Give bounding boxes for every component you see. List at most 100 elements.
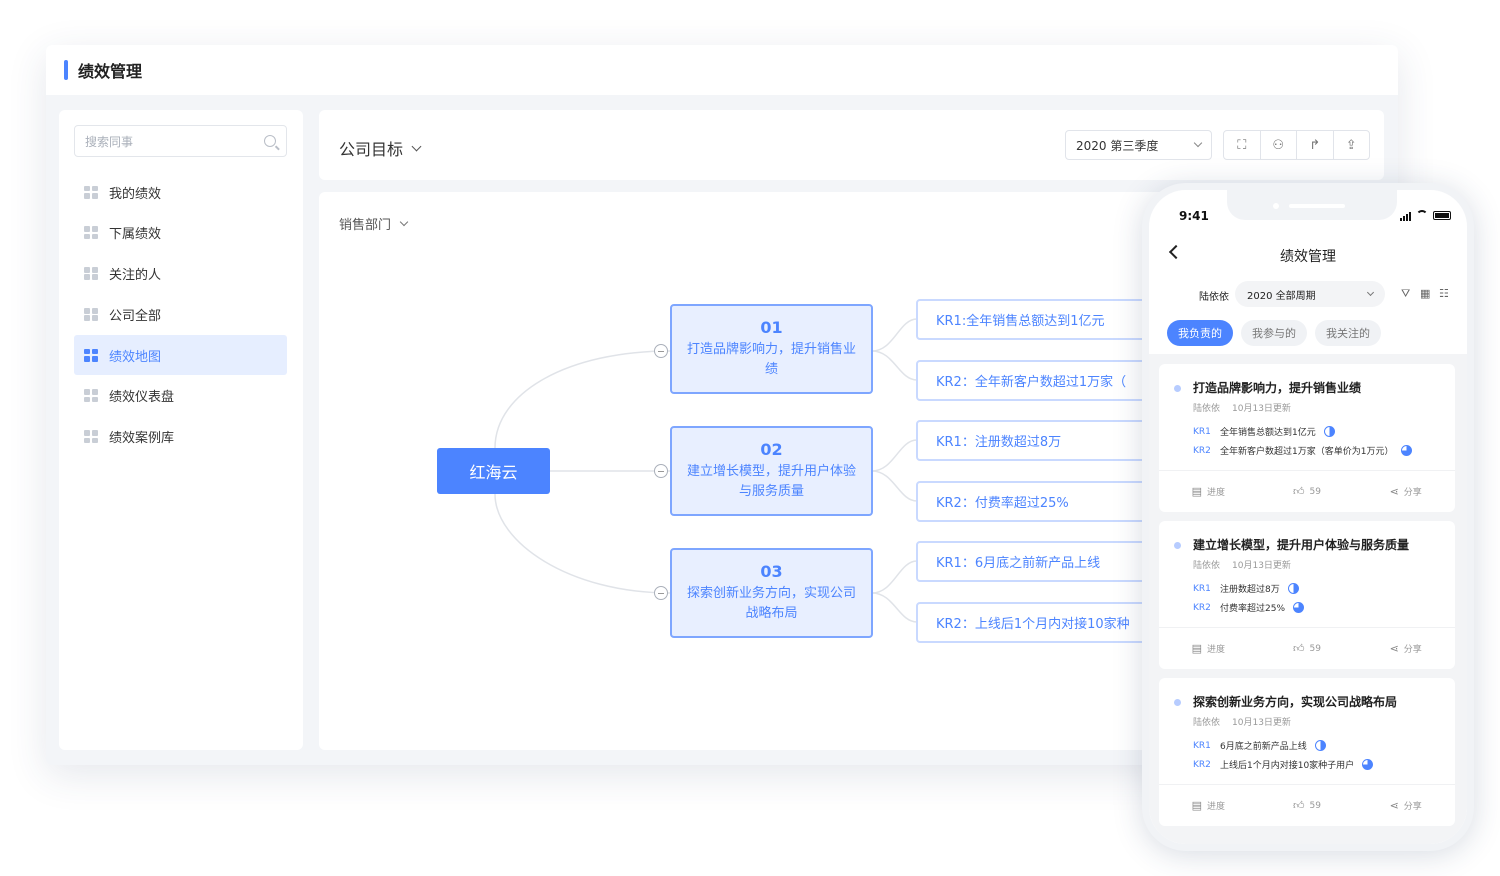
objective-text: 建立增长模型，提升用户体验与服务质量 <box>686 464 856 499</box>
progress-label: 进度 <box>1207 802 1226 812</box>
kr-node-03-1[interactable]: KR1：6月底之前新产品上线 <box>916 541 1156 582</box>
objective-node-02[interactable]: 02 建立增长模型，提升用户体验与服务质量 <box>670 426 873 516</box>
grid-icon <box>84 267 98 281</box>
org-structure-icon[interactable]: ⚇ <box>1261 131 1297 159</box>
chevron-down-icon <box>411 141 422 151</box>
fullscreen-icon[interactable]: ⛶ <box>1224 131 1261 159</box>
card-kr-row: KR2 付费率超过25% <box>1193 601 1305 614</box>
sidebar-item-my-performance[interactable]: 我的绩效 <box>74 172 287 212</box>
owner-name[interactable]: 陆依依 <box>1199 288 1229 303</box>
like-button[interactable]: 👍︎ 59 <box>1258 471 1357 512</box>
period-select[interactable]: 2020 第三季度 <box>1065 130 1212 160</box>
progress-button[interactable]: ▤ 进度 <box>1159 471 1258 512</box>
progress-pie-icon <box>1323 426 1335 437</box>
share-button[interactable]: ⋖ 分享 <box>1356 628 1455 669</box>
progress-pie-icon <box>1287 583 1299 594</box>
kr-text: 全年新客户数超过1万家（客单价为1万元） <box>1220 447 1394 457</box>
kr-tag: KR1 <box>1193 583 1211 594</box>
sidebar-item-followed[interactable]: 关注的人 <box>74 254 287 294</box>
phone-screen: 9:41 绩效管理 陆依依 2020 全部周期 ⛛ ▦ ☷ 我负责的 我参与的 … <box>1149 190 1467 844</box>
grid-icon <box>84 389 98 403</box>
progress-button[interactable]: ▤ 进度 <box>1159 785 1258 826</box>
like-button[interactable]: 👍︎ 59 <box>1258 785 1357 826</box>
root-node[interactable]: 红海云 <box>437 448 550 494</box>
wifi-icon <box>1416 210 1428 218</box>
sidebar-item-subordinates[interactable]: 下属绩效 <box>74 213 287 253</box>
objective-node-01[interactable]: 01 打造品牌影响力，提升销售业绩 <box>670 304 873 394</box>
sidebar-menu: 我的绩效 下属绩效 关注的人 公司全部 绩效地图 绩效仪表盘 绩效案例库 <box>74 172 287 458</box>
status-dot <box>1174 385 1181 392</box>
sidebar-item-dashboard[interactable]: 绩效仪表盘 <box>74 376 287 416</box>
okr-card[interactable]: 打造品牌影响力，提升销售业绩 陆依依 10月13日更新 KR1 全年销售总额达到1亿… <box>1159 364 1455 512</box>
phone-app-header: 绩效管理 <box>1149 234 1467 274</box>
sidebar-item-label: 我的绩效 <box>109 186 162 202</box>
share-icon: ⋖ <box>1389 485 1399 498</box>
objective-node-03[interactable]: 03 探索创新业务方向，实现公司战略布局 <box>670 548 873 638</box>
tree-view-icon[interactable]: ☷ <box>1439 288 1451 300</box>
card-owner: 陆依依 <box>1193 561 1221 571</box>
card-owner: 陆依依 <box>1193 718 1221 728</box>
card-meta: 陆依依 10月13日更新 <box>1193 401 1303 414</box>
filter-icon[interactable]: ⛛ <box>1401 288 1413 300</box>
card-title: 探索创新业务方向，实现公司战略布局 <box>1193 695 1398 709</box>
sidebar-item-performance-map[interactable]: 绩效地图 <box>74 335 287 376</box>
progress-pie-icon <box>1362 759 1374 770</box>
title-accent-bar <box>64 60 68 80</box>
card-kr-row: KR2 全年新客户数超过1万家（客单价为1万元） <box>1193 444 1413 457</box>
tab-following[interactable]: 我关注的 <box>1315 320 1381 346</box>
goal-scope-dropdown[interactable]: 公司目标 <box>339 136 422 160</box>
like-count: 59 <box>1309 643 1321 654</box>
share-label: 分享 <box>1403 645 1422 655</box>
search-input[interactable]: 搜索同事 <box>74 125 287 157</box>
kr-node-02-2[interactable]: KR2：付费率超过25% <box>916 481 1156 522</box>
progress-button[interactable]: ▤ 进度 <box>1159 628 1258 669</box>
card-footer: ▤ 进度 👍︎ 59 ⋖ 分享 <box>1159 627 1455 669</box>
status-dot <box>1174 542 1181 549</box>
share-button[interactable]: ⋖ 分享 <box>1356 471 1455 512</box>
tab-responsible[interactable]: 我负责的 <box>1167 320 1233 346</box>
search-icon[interactable] <box>264 135 276 147</box>
kr-node-01-2[interactable]: KR2：全年新客户数超过1万家（ <box>916 360 1156 401</box>
chevron-down-icon <box>1366 288 1375 297</box>
progress-label: 进度 <box>1207 488 1226 498</box>
sidebar-item-company-all[interactable]: 公司全部 <box>74 294 287 334</box>
search-placeholder: 搜索同事 <box>85 134 134 149</box>
okr-card[interactable]: 建立增长模型，提升用户体验与服务质量 陆依依 10月13日更新 KR1 注册数超过8… <box>1159 521 1455 669</box>
card-meta: 陆依依 10月13日更新 <box>1193 715 1303 728</box>
collapse-toggle-02[interactable] <box>654 464 668 478</box>
sidebar-item-label: 下属绩效 <box>109 227 162 243</box>
kr-node-01-1[interactable]: KR1:全年销售总额达到1亿元 <box>916 299 1156 340</box>
objective-text: 探索创新业务方向，实现公司战略布局 <box>686 586 856 621</box>
share-button[interactable]: ⋖ 分享 <box>1356 785 1455 826</box>
phone-mockup: 9:41 绩效管理 陆依依 2020 全部周期 ⛛ ▦ ☷ 我负责的 我参与的 … <box>1142 183 1474 851</box>
share-icon[interactable]: ↱ <box>1297 131 1334 159</box>
card-owner: 陆依依 <box>1193 404 1221 414</box>
collapse-toggle-03[interactable] <box>654 586 668 600</box>
grid-view-icon[interactable]: ▦ <box>1420 288 1432 300</box>
connector-root-01 <box>494 350 671 449</box>
collapse-toggle-01[interactable] <box>654 344 668 358</box>
cycle-select[interactable]: 2020 全部周期 <box>1235 281 1385 307</box>
like-button[interactable]: 👍︎ 59 <box>1258 628 1357 669</box>
kr-node-02-1[interactable]: KR1：注册数超过8万 <box>916 420 1156 461</box>
card-updated: 10月13日更新 <box>1232 718 1291 728</box>
sidebar-item-case-library[interactable]: 绩效案例库 <box>74 417 287 457</box>
sidebar-item-label: 关注的人 <box>109 268 162 284</box>
thumbs-up-icon: 👍︎ <box>1293 642 1305 655</box>
share-label: 分享 <box>1403 802 1422 812</box>
export-icon[interactable]: ⇪ <box>1334 131 1370 159</box>
chevron-down-icon <box>1193 138 1203 148</box>
sidebar-item-label: 绩效案例库 <box>109 431 175 447</box>
card-footer: ▤ 进度 👍︎ 59 ⋖ 分享 <box>1159 784 1455 826</box>
progress-label: 进度 <box>1207 645 1226 655</box>
kr-node-03-2[interactable]: KR2：上线后1个月内对接10家种 <box>916 602 1156 643</box>
card-title: 建立增长模型，提升用户体验与服务质量 <box>1193 538 1410 552</box>
status-time: 9:41 <box>1179 209 1209 223</box>
grid-icon <box>84 430 98 444</box>
period-value: 2020 第三季度 <box>1076 138 1159 153</box>
tab-participating[interactable]: 我参与的 <box>1241 320 1307 346</box>
cycle-value: 2020 全部周期 <box>1247 290 1316 302</box>
okr-card[interactable]: 探索创新业务方向，实现公司战略布局 陆依依 10月13日更新 KR1 6月底之前新产… <box>1159 678 1455 826</box>
like-count: 59 <box>1309 486 1321 497</box>
sidebar-item-label: 绩效仪表盘 <box>109 390 175 406</box>
